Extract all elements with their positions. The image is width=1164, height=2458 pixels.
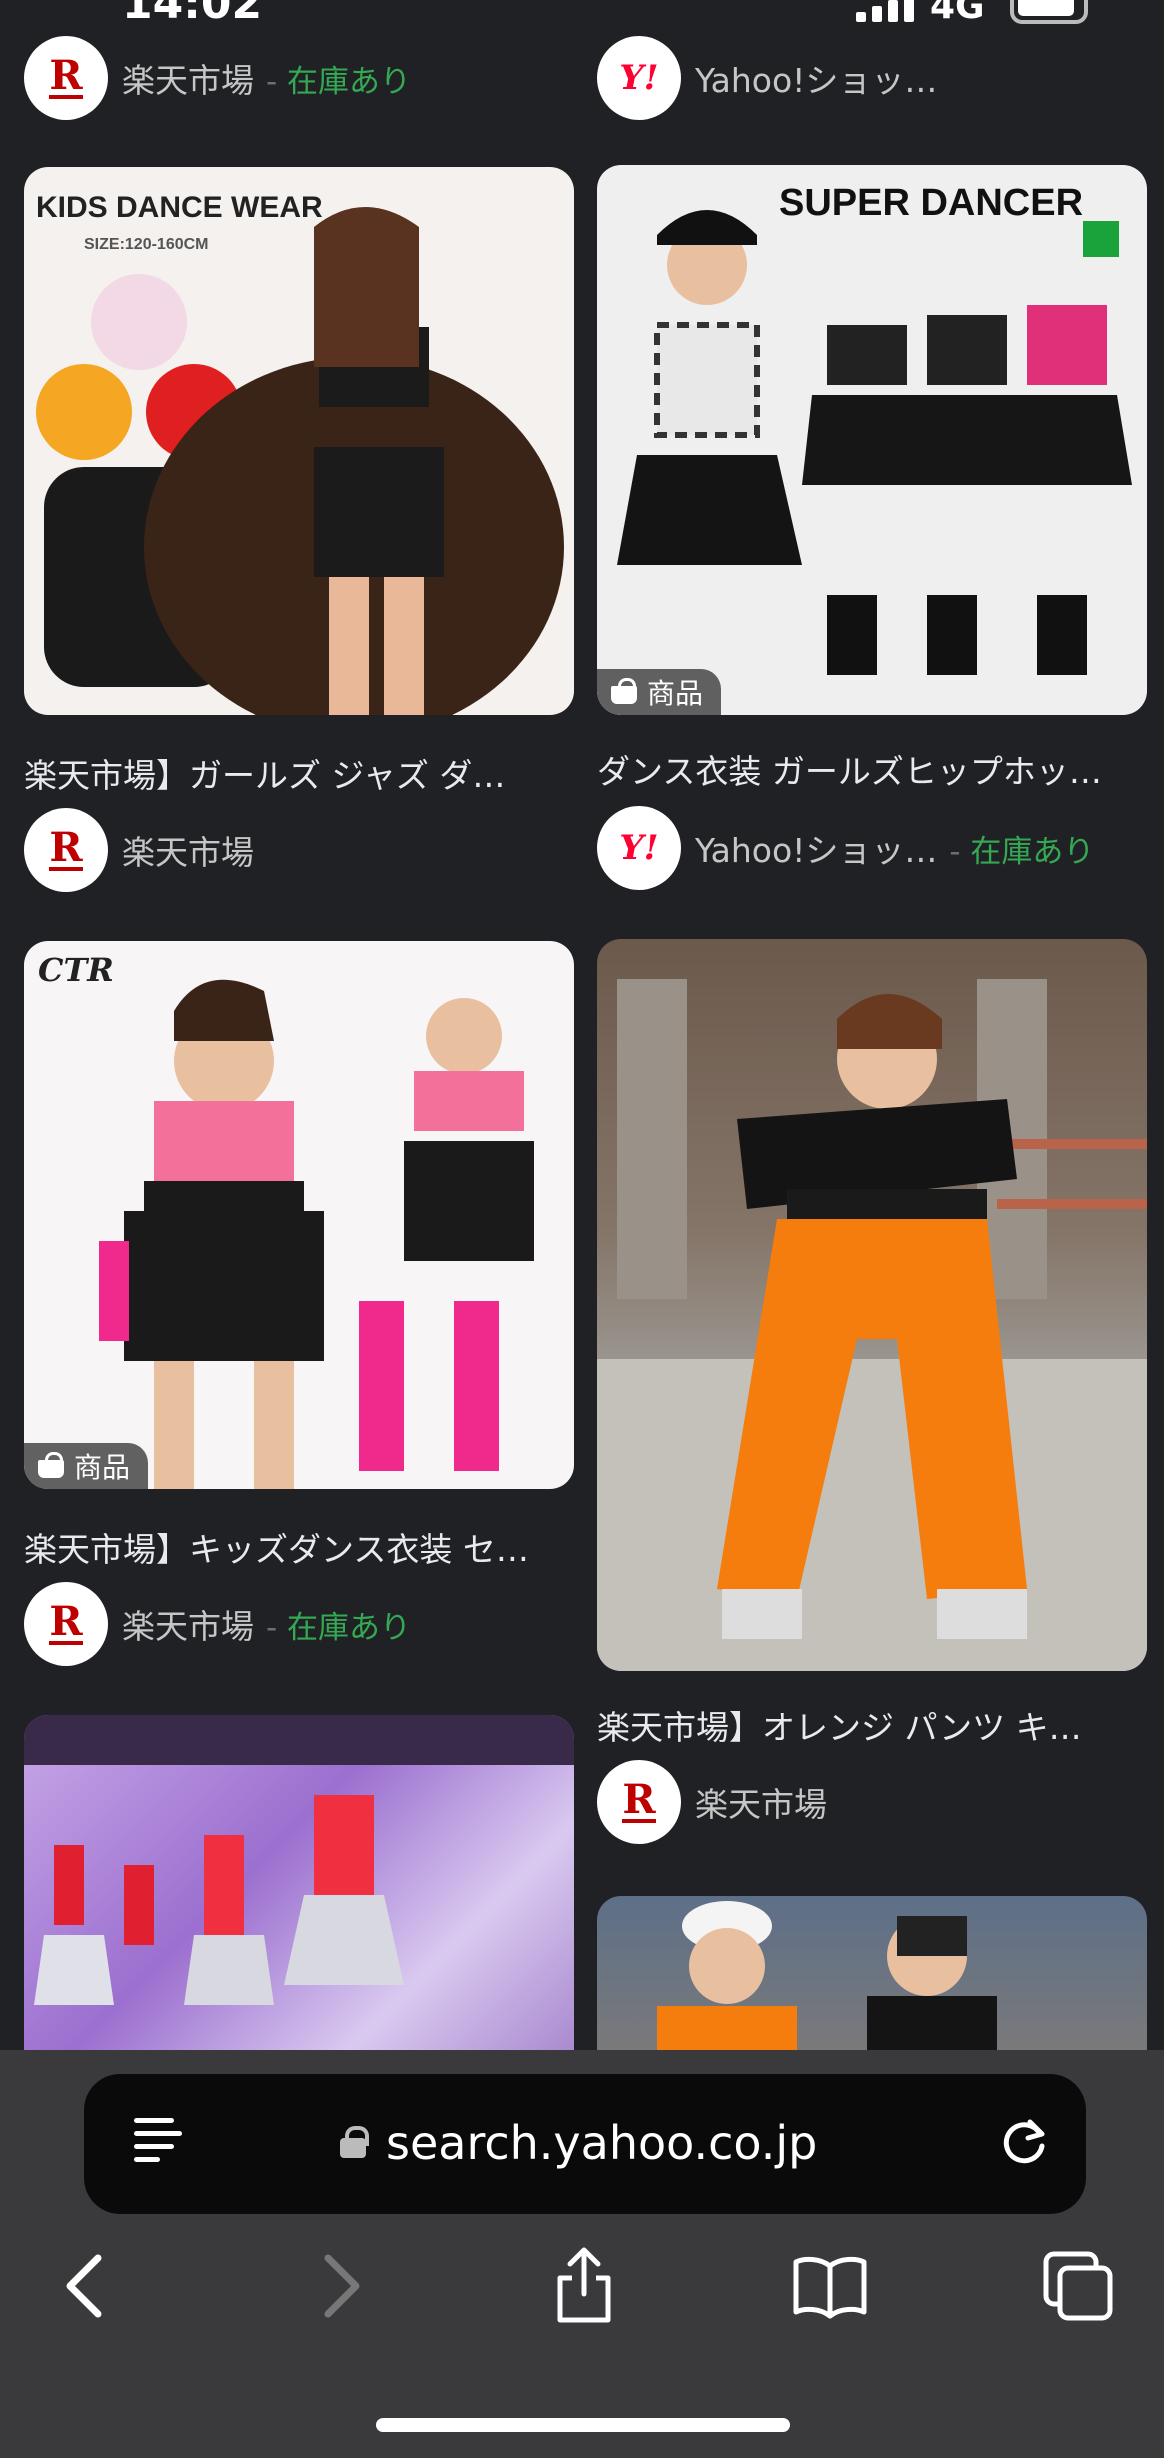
result-image[interactable]: SUPER DANCER 商品 <box>597 165 1147 715</box>
lock-icon <box>340 2126 369 2158</box>
result-source-name: 楽天市場 <box>122 1607 254 1646</box>
result-source-row[interactable]: Y! Yahoo!ショッ… 在庫あり <box>597 806 1147 890</box>
result-image[interactable]: KIDS DANCE WEAR SIZE:120-160CM <box>24 167 574 715</box>
yahoo-shopping-logo-icon: Y! <box>597 36 681 120</box>
image-caption-size: SIZE:120-160CM <box>84 236 209 253</box>
result-stock-status: 在庫あり <box>266 1602 411 1647</box>
rakuten-logo-icon: R <box>24 36 108 120</box>
network-type: 4G <box>930 0 985 27</box>
back-icon[interactable] <box>46 2246 126 2326</box>
result-title[interactable]: ダンス衣装 ガールズヒップホッ… <box>597 745 1147 793</box>
shopping-bag-icon <box>38 1452 64 1478</box>
rakuten-logo-icon: R <box>597 1760 681 1844</box>
result-title[interactable]: 楽天市場】オレンジ パンツ キ… <box>597 1701 1147 1749</box>
orange-pants-image <box>597 979 1147 1671</box>
result-source-row[interactable]: R 楽天市場 在庫あり <box>24 1582 574 1666</box>
image-caption-ctr: CTR <box>38 951 114 989</box>
pink-outfit-image: CTR <box>38 951 534 1489</box>
page-menu-icon[interactable] <box>134 2118 182 2170</box>
result-source-row[interactable]: Y! Yahoo!ショッ… <box>597 36 1147 120</box>
product-badge: 商品 <box>597 669 722 715</box>
product-badge-label: 商品 <box>74 1451 131 1484</box>
status-time: 14:02 <box>122 0 263 29</box>
result-title[interactable]: 楽天市場】キッズダンス衣装 セ… <box>24 1523 574 1571</box>
battery-icon <box>1010 0 1088 24</box>
product-badge-label: 商品 <box>647 677 704 710</box>
bookmarks-icon[interactable] <box>790 2246 870 2326</box>
result-stock-status: 在庫あり <box>266 56 411 101</box>
result-source-row[interactable]: R 楽天市場 在庫あり <box>24 36 574 120</box>
rakuten-logo-icon: R <box>24 1582 108 1666</box>
result-source-name: 楽天市場 <box>695 1785 827 1824</box>
status-bar: 14:02 4G <box>0 0 1164 40</box>
address-bar[interactable]: search.yahoo.co.jp <box>84 2074 1086 2214</box>
product-badge: 商品 <box>24 1443 149 1489</box>
result-source-name: 楽天市場 <box>122 833 254 872</box>
forward-icon[interactable] <box>300 2246 380 2326</box>
kids-dance-wear-image: KIDS DANCE WEAR SIZE:120-160CM <box>36 191 564 715</box>
result-image[interactable]: CTR 商品 <box>24 941 574 1489</box>
share-icon[interactable] <box>544 2246 624 2326</box>
result-source-name: 楽天市場 <box>122 61 254 100</box>
yahoo-shopping-logo-icon: Y! <box>597 806 681 890</box>
result-source-name: Yahoo!ショッ… <box>695 61 938 100</box>
rakuten-logo-icon: R <box>24 808 108 892</box>
result-source-row[interactable]: R 楽天市場 <box>24 808 574 892</box>
result-source-row[interactable]: R 楽天市場 <box>597 1760 1147 1844</box>
super-dancer-image: SUPER DANCER <box>617 182 1132 675</box>
result-source-name: Yahoo!ショッ… <box>695 831 938 870</box>
tabs-icon[interactable] <box>1038 2246 1118 2326</box>
result-image[interactable] <box>597 939 1147 1671</box>
result-title[interactable]: 楽天市場】ガールズ ジャズ ダ… <box>24 749 574 797</box>
home-indicator <box>376 2418 790 2432</box>
image-caption-kids-dance-wear: KIDS DANCE WEAR <box>36 191 323 224</box>
reload-icon[interactable] <box>996 2114 1052 2170</box>
image-caption-super-dancer: SUPER DANCER <box>779 182 1083 224</box>
url-text[interactable]: search.yahoo.co.jp <box>386 2116 817 2170</box>
signal-strength-icon <box>856 0 914 22</box>
result-stock-status: 在庫あり <box>949 826 1094 871</box>
shopping-bag-icon <box>611 678 637 704</box>
